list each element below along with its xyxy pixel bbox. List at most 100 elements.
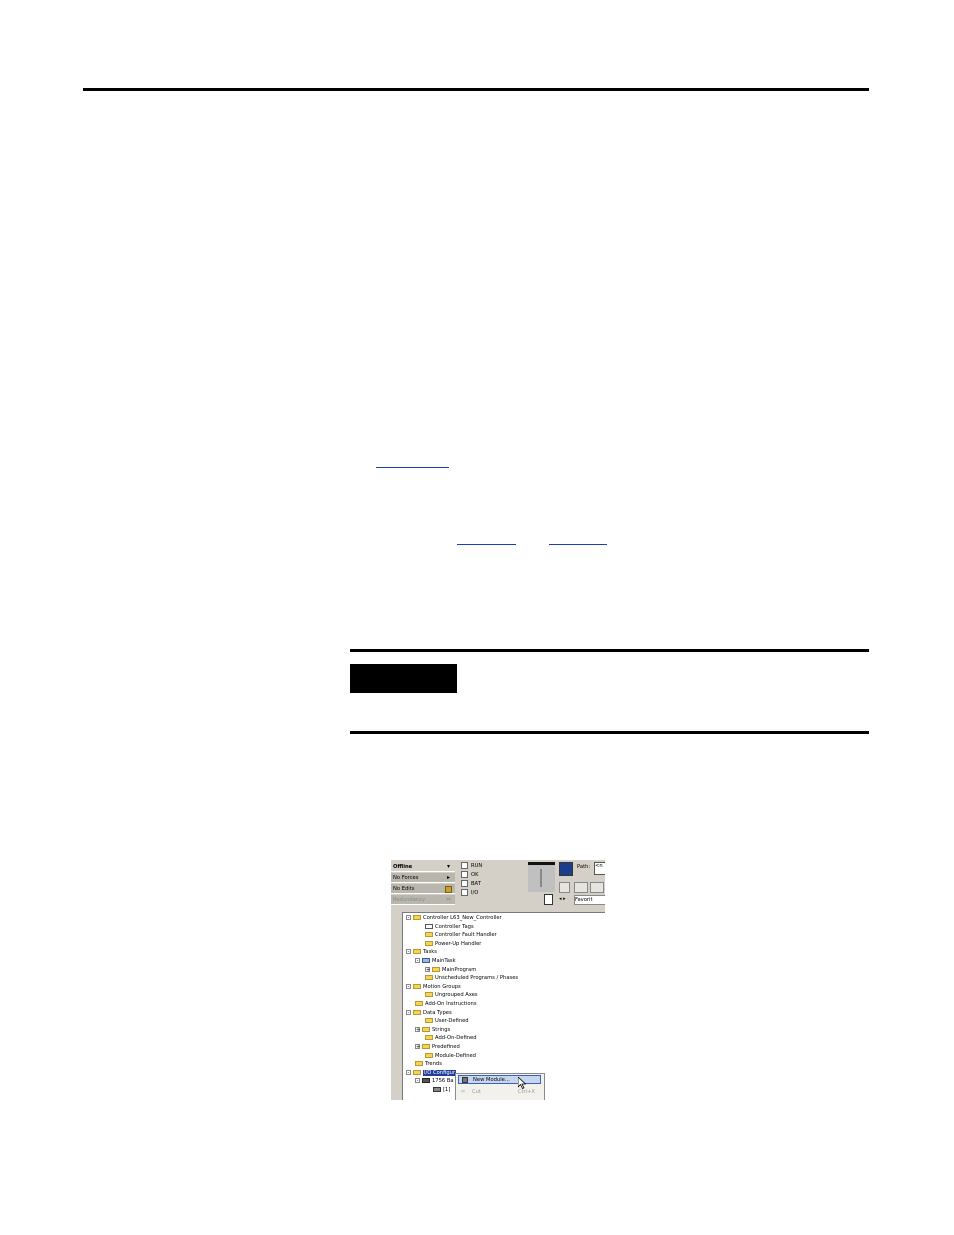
menu-item-cut[interactable]: ✂ Cut Ctrl+X bbox=[458, 1088, 541, 1097]
tree-node-controller-tags[interactable]: Controller Tags bbox=[425, 923, 474, 931]
indicator-bat: BAT bbox=[461, 880, 481, 889]
folder-icon bbox=[425, 940, 433, 946]
cross-reference-link[interactable] bbox=[457, 544, 516, 545]
folder-icon bbox=[425, 1018, 433, 1024]
tree-node-strings[interactable]: + Strings bbox=[415, 1026, 450, 1034]
tree-node-trends[interactable]: Trends bbox=[415, 1060, 442, 1068]
folder-icon bbox=[413, 915, 421, 920]
status-redundancy: Redundancy ⇔ bbox=[391, 895, 455, 905]
tree-node-backplane[interactable]: - 1756 Ba bbox=[415, 1077, 454, 1085]
tree-node-label: User-Defined bbox=[435, 1018, 469, 1025]
redundancy-icon: ⇔ bbox=[445, 896, 452, 903]
tree-node-data-types[interactable]: - Data Types bbox=[406, 1009, 452, 1017]
toolbar-button-left[interactable] bbox=[559, 882, 570, 893]
collapse-icon[interactable]: - bbox=[406, 915, 411, 921]
collapse-icon[interactable]: - bbox=[406, 1069, 411, 1075]
tree-node-predefined[interactable]: + Predefined bbox=[415, 1043, 460, 1051]
tree-node-power-up-handler[interactable]: Power-Up Handler bbox=[425, 940, 481, 948]
tree-node-slot-1[interactable]: [1] bbox=[433, 1086, 450, 1094]
tree-node-ungrouped-axes[interactable]: Ungrouped Axes bbox=[425, 991, 478, 999]
tree-node-label: Ungrouped Axes bbox=[435, 992, 478, 999]
menu-item-label: Cut bbox=[472, 1089, 481, 1095]
path-value: <n bbox=[595, 863, 603, 869]
controller-organizer-tree[interactable]: - Controller L63_New_Controller Controlle… bbox=[402, 912, 605, 1100]
note-top-rule bbox=[350, 649, 869, 652]
rslogix-screenshot: Offline ▾ No Forces ▸ No Edits Redundanc… bbox=[391, 860, 605, 1100]
tree-node-label: Controller Fault Handler bbox=[435, 932, 497, 939]
expand-icon[interactable]: + bbox=[415, 1026, 420, 1032]
folder-icon bbox=[425, 1035, 433, 1041]
menu-item-shortcut: Ctrl+X bbox=[517, 1089, 535, 1095]
toolbar-button-rung[interactable] bbox=[574, 882, 588, 893]
indicator-run-box bbox=[461, 862, 468, 869]
collapse-icon[interactable]: - bbox=[415, 958, 420, 964]
chassis-icon bbox=[422, 1078, 430, 1084]
module-icon bbox=[433, 1087, 441, 1092]
indicator-bat-label: BAT bbox=[471, 881, 481, 887]
status-no-forces[interactable]: No Forces ▸ bbox=[391, 873, 455, 883]
tree-node-tasks[interactable]: - Tasks bbox=[406, 948, 437, 956]
tree-node-label: Trends bbox=[425, 1061, 442, 1068]
indicator-run: RUN bbox=[461, 862, 482, 871]
context-menu: New Module... ✂ Cut Ctrl+X bbox=[455, 1073, 545, 1100]
tree-node-module-defined[interactable]: Module-Defined bbox=[425, 1052, 476, 1060]
header-rule bbox=[83, 88, 869, 91]
indicator-ok-label: OK bbox=[471, 872, 479, 878]
tree-node-label: Power-Up Handler bbox=[435, 940, 482, 947]
battery-icon bbox=[544, 894, 553, 905]
collapse-icon[interactable]: - bbox=[406, 983, 411, 989]
tree-node-label: Add-On Instructions bbox=[425, 1001, 477, 1007]
path-label: Path: bbox=[577, 864, 591, 870]
folder-icon bbox=[425, 975, 433, 981]
collapse-icon[interactable]: - bbox=[406, 1009, 411, 1015]
tree-node-motion-groups[interactable]: - Motion Groups bbox=[406, 983, 461, 991]
indicator-io-label: I/O bbox=[471, 890, 479, 896]
indicator-run-label: RUN bbox=[471, 863, 483, 869]
task-icon bbox=[422, 958, 430, 963]
tree-node-unscheduled[interactable]: Unscheduled Programs / Phases bbox=[425, 974, 518, 982]
tree-node-label: [1] bbox=[443, 1087, 451, 1093]
status-no-edits[interactable]: No Edits bbox=[391, 884, 455, 894]
cross-reference-link[interactable] bbox=[549, 544, 607, 545]
mode-dropdown-icon[interactable]: ▾ bbox=[445, 863, 452, 870]
tab-scroll-left-icon[interactable]: ◂ ▸ bbox=[559, 896, 566, 902]
tree-node-user-defined[interactable]: User-Defined bbox=[425, 1017, 469, 1025]
tree-node-label: Tasks bbox=[423, 949, 437, 956]
tree-node-label: Controller Tags bbox=[435, 923, 474, 930]
new-module-icon bbox=[462, 1077, 468, 1083]
expand-icon[interactable]: + bbox=[415, 1044, 420, 1050]
tree-node-label: Strings bbox=[432, 1026, 451, 1033]
indicator-bat-box bbox=[461, 880, 468, 887]
tree-node-mainprogram[interactable]: + MainProgram bbox=[425, 966, 476, 974]
status-offline[interactable]: Offline ▾ bbox=[391, 862, 455, 872]
mouse-cursor-icon bbox=[518, 1077, 526, 1089]
tree-node-label: Controller L63_New_Controller bbox=[423, 915, 502, 921]
menu-item-new-module[interactable]: New Module... bbox=[458, 1075, 541, 1084]
tree-node-fault-handler[interactable]: Controller Fault Handler bbox=[425, 931, 497, 939]
status-no-edits-text: No Edits bbox=[393, 886, 415, 892]
menu-item-label: New Module... bbox=[473, 1077, 510, 1083]
cross-reference-link[interactable] bbox=[376, 467, 449, 468]
tree-node-maintask[interactable]: - MainTask bbox=[415, 957, 456, 965]
expand-icon[interactable]: + bbox=[425, 966, 430, 972]
tree-node-io-configuration[interactable]: - I/O Configur bbox=[406, 1069, 457, 1077]
path-field[interactable]: <n bbox=[594, 862, 605, 875]
collapse-icon[interactable]: - bbox=[406, 949, 411, 955]
favorites-tab[interactable]: Favorit bbox=[574, 895, 605, 905]
toolbar-button-branch[interactable] bbox=[590, 882, 604, 893]
indicator-io-box bbox=[461, 889, 468, 896]
tree-node-controller[interactable]: - Controller L63_New_Controller bbox=[406, 914, 502, 922]
network-icon[interactable] bbox=[559, 862, 573, 876]
tree-node-label: Module-Defined bbox=[435, 1052, 476, 1059]
tree-node-label: Data Types bbox=[423, 1009, 452, 1016]
tree-node-label: 1756 Ba bbox=[432, 1078, 454, 1085]
folder-icon bbox=[413, 1069, 421, 1075]
tree-node-label: MainProgram bbox=[442, 966, 477, 973]
tree-node-add-on-defined[interactable]: Add-On-Defined bbox=[425, 1034, 477, 1042]
tags-icon bbox=[425, 923, 433, 929]
collapse-icon[interactable]: - bbox=[415, 1078, 420, 1084]
tree-node-add-on-instructions[interactable]: Add-On Instructions bbox=[415, 1000, 477, 1008]
forces-arrow-icon[interactable]: ▸ bbox=[445, 874, 452, 881]
program-icon bbox=[432, 966, 440, 972]
folder-icon bbox=[413, 1009, 421, 1015]
